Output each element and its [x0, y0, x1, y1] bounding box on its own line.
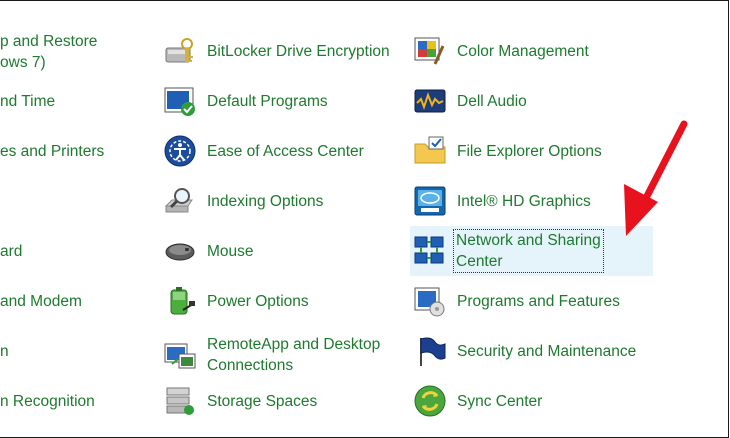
control-panel-item-storage-spaces[interactable]: Storage Spaces — [163, 384, 317, 418]
item-label: es and Printers — [0, 143, 105, 160]
item-label: Network and Sharing Center — [453, 229, 604, 273]
sync-center-icon — [414, 385, 446, 417]
item-label: n — [0, 343, 9, 360]
red-arrow-annotation — [624, 120, 688, 236]
item-label: Sync Center — [457, 392, 543, 410]
control-panel-item-mouse[interactable]: Mouse — [163, 234, 254, 268]
default-programs-icon — [164, 87, 195, 116]
item-label: Color Management — [457, 42, 589, 60]
item-label: Security and Maintenance — [457, 342, 637, 360]
control-panel-item-intel-graphics[interactable]: Intel® HD Graphics — [413, 184, 591, 218]
storage-spaces-icon — [166, 387, 194, 415]
item-label: Power Options — [207, 292, 309, 310]
item-label: Programs and Features — [457, 292, 620, 310]
control-panel-item-ease-of-access[interactable]: Ease of Access Center — [163, 134, 364, 168]
power-options-icon — [170, 287, 195, 315]
control-panel-item-backup-restore[interactable]: p and Restore ows 7) — [0, 31, 97, 73]
control-panel-item-bitlocker[interactable]: BitLocker Drive Encryption — [163, 34, 390, 68]
remoteapp-icon — [164, 343, 196, 369]
control-panel-item-remoteapp[interactable]: RemoteApp and Desktop Connections — [163, 334, 380, 376]
control-panel-item-date-time[interactable]: nd Time — [0, 91, 55, 112]
dell-audio-icon — [414, 89, 446, 113]
control-panel-item-security-maintenance[interactable]: Security and Maintenance — [413, 334, 636, 368]
control-panel-item-sync-center[interactable]: Sync Center — [413, 384, 542, 418]
item-label: Default Programs — [207, 92, 328, 110]
item-label: File Explorer Options — [457, 142, 602, 160]
control-panel-item-default-programs[interactable]: Default Programs — [163, 84, 328, 118]
control-panel-item-devices-printers[interactable]: es and Printers — [0, 141, 104, 162]
programs-features-icon — [414, 287, 445, 317]
security-maintenance-icon — [420, 337, 446, 366]
item-label: ows 7) — [0, 54, 46, 71]
item-label: RemoteApp and Desktop Connections — [207, 336, 381, 374]
control-panel-item-color-management[interactable]: Color Management — [413, 34, 589, 68]
control-panel-item-power-options[interactable]: Power Options — [163, 284, 309, 318]
network-sharing-icon — [414, 236, 444, 264]
item-label: Intel® HD Graphics — [457, 192, 591, 210]
item-label: n Recognition — [0, 393, 95, 410]
item-label: nd Time — [0, 93, 56, 110]
control-panel-item-keyboard[interactable]: ard — [0, 241, 22, 262]
control-panel-item-phone-modem[interactable]: and Modem — [0, 291, 82, 312]
item-label: ard — [0, 243, 23, 260]
control-panel-item-region[interactable]: n — [0, 341, 9, 362]
ease-of-access-icon — [164, 135, 196, 167]
item-label: p and Restore — [0, 33, 98, 50]
indexing-options-icon — [164, 188, 193, 213]
control-panel-item-file-explorer-options[interactable]: File Explorer Options — [413, 134, 602, 168]
control-panel-item-programs-features[interactable]: Programs and Features — [413, 284, 620, 318]
bitlocker-icon — [165, 38, 193, 63]
control-panel-item-indexing-options[interactable]: Indexing Options — [163, 184, 323, 218]
intel-graphics-icon — [414, 186, 446, 216]
control-panel-item-dell-audio[interactable]: Dell Audio — [413, 84, 527, 118]
item-label: Indexing Options — [207, 192, 324, 210]
color-management-icon — [414, 37, 445, 65]
item-label: Mouse — [207, 242, 254, 260]
item-label: BitLocker Drive Encryption — [207, 42, 390, 60]
item-label: and Modem — [0, 293, 82, 310]
file-explorer-options-icon — [414, 136, 446, 164]
item-label: Storage Spaces — [207, 392, 318, 410]
item-label: Dell Audio — [457, 92, 527, 110]
control-panel-item-speech-recognition[interactable]: n Recognition — [0, 391, 95, 412]
mouse-icon — [165, 243, 195, 261]
item-label: Ease of Access Center — [207, 142, 364, 160]
